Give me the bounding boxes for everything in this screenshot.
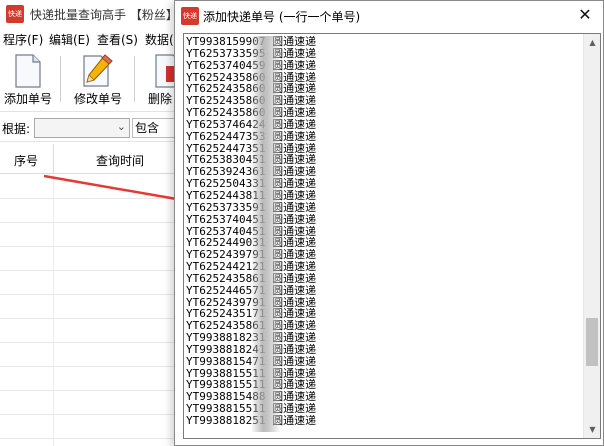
table-row [0,222,180,223]
edit-number-button[interactable]: 修改单号 [70,52,126,110]
tracking-line: YT9938818251 圆通速递 [186,415,581,427]
filter-field-select[interactable]: ⌄ [34,118,130,138]
tracking-line: YT6252435861 圆通速递 [186,273,581,285]
tracking-line: YT6253830451 圆通速递 [186,154,581,166]
tracking-line: YT9938159907 圆通速递 [186,36,581,48]
scroll-up-icon[interactable]: ▲ [584,34,600,51]
add-number-button[interactable]: 添加单号 [2,52,54,110]
edit-pencil-icon [83,54,113,87]
menu-data[interactable]: 数据( [145,31,174,48]
table-row [0,438,180,439]
dialog-logo-icon: 快递 [181,7,199,25]
filter-label: 根据: [2,122,31,136]
tracking-line: YT6253924361 圆通速递 [186,166,581,178]
filter-contains-select[interactable]: 包含 [132,118,178,138]
table-row [0,246,180,247]
tracking-line: YT6252435860 圆通速递 [186,72,581,84]
tracking-line: YT6253740451 圆通速递 [186,226,581,238]
tracking-line: YT6252449031 圆通速递 [186,237,581,249]
tracking-line: YT9938815471 圆通速递 [186,356,581,368]
column-header-query-time[interactable]: 查询时间 [96,152,144,169]
edit-number-label: 修改单号 [73,92,122,106]
tracking-line: YT9938815511 圆通速递 [186,368,581,380]
results-table-body [0,175,180,446]
close-button[interactable]: ✕ [575,5,595,25]
tracking-line: YT9938815511 圆通速递 [186,379,581,391]
table-row [0,342,180,343]
dialog-title: 添加快递单号 (一行一个单号) [203,10,361,24]
menu-edit[interactable]: 编辑(E) [49,31,90,48]
tracking-line: YT6252439791 圆通速递 [186,297,581,309]
tracking-numbers-textarea[interactable]: YT9938159907 圆通速递 YT6253733595 圆通速递 YT6253… [183,33,601,439]
tracking-line: YT6253733595 圆通速递 [186,48,581,60]
tracking-line: YT6252435860 圆通速递 [186,107,581,119]
tracking-line: YT6252435171 圆通速递 [186,308,581,320]
document-icon [15,54,41,88]
menu-view[interactable]: 查看(S) [97,31,138,48]
menu-program[interactable]: 程序(F) [3,31,43,48]
table-row [0,366,180,367]
tracking-line: YT6253740459 圆通速递 [186,60,581,72]
tracking-line: YT6252435860 圆通速递 [186,83,581,95]
tracking-line: YT6252504331 圆通速递 [186,178,581,190]
tracking-line: YT9938815488 圆通速递 [186,391,581,403]
dialog-titlebar[interactable]: 快递 添加快递单号 (一行一个单号) ✕ [175,1,603,31]
redaction-blur [252,36,280,432]
tracking-line: YT9938815511 圆通速递 [186,403,581,415]
main-window-title: 快递批量查询高手 【粉丝】 [30,8,178,22]
table-row [0,390,180,391]
table-row [0,294,180,295]
tracking-line: YT6253740451 圆通速递 [186,214,581,226]
tracking-line: YT6252447353 圆通速递 [186,131,581,143]
add-number-label: 添加单号 [3,92,52,106]
table-row [0,414,180,415]
toolbar-separator [134,56,135,102]
tracking-line: YT6253746424 圆通速递 [186,119,581,131]
tracking-line: YT6252447351 圆通速递 [186,143,581,155]
table-row [0,198,180,199]
column-divider [53,144,54,174]
toolbar-separator [60,56,61,102]
tracking-line: YT6252446571 圆通速递 [186,285,581,297]
tracking-line: YT6252435860 圆通速递 [186,95,581,107]
table-row [0,270,180,271]
tracking-line: YT9938818231 圆通速递 [186,332,581,344]
tracking-line: YT6252439791 圆通速递 [186,249,581,261]
tracking-line: YT6252443811 圆通速递 [186,190,581,202]
tracking-line: YT9938818241 圆通速递 [186,344,581,356]
scrollbar-thumb[interactable] [586,318,598,367]
app-logo-icon: 快递 [6,5,24,23]
column-header-index[interactable]: 序号 [14,152,38,169]
tracking-number-lines: YT9938159907 圆通速递 YT6253733595 圆通速递 YT6253… [186,36,581,427]
scroll-down-icon[interactable]: ▼ [584,421,600,438]
tracking-line: YT6253733591 圆通速递 [186,202,581,214]
tracking-line: YT6252435861 圆通速递 [186,320,581,332]
vertical-scrollbar[interactable]: ▲ ▼ [583,34,600,438]
tracking-line: YT6252442121 圆通速递 [186,261,581,273]
table-row [0,318,180,319]
chevron-down-icon: ⌄ [116,120,126,133]
add-tracking-dialog: 快递 添加快递单号 (一行一个单号) ✕ YT9938159907 圆通速递 YT… [174,0,604,446]
